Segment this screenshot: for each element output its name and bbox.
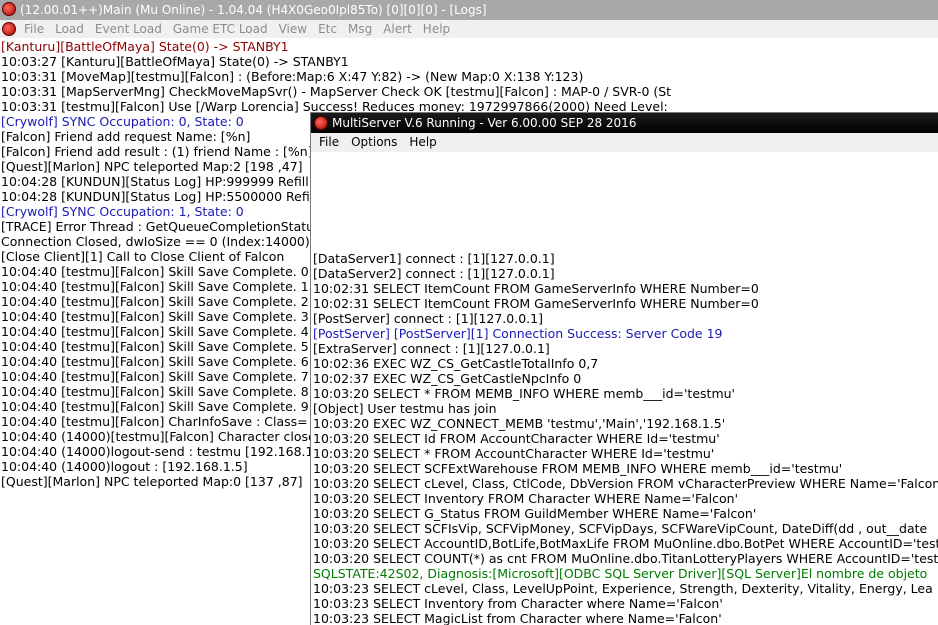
- log-line: 10:03:20 EXEC WZ_CONNECT_MEMB 'testmu','…: [313, 416, 726, 431]
- log-line: 10:02:31 SELECT ItemCount FROM GameServe…: [313, 281, 759, 296]
- log-line: 10:02:36 EXEC WZ_CS_GetCastleTotalInfo 0…: [313, 356, 599, 371]
- multiserver-app-icon: [314, 116, 328, 130]
- menu-help[interactable]: Help: [423, 20, 450, 38]
- log-line: [DataServer1] connect : [1][127.0.0.1]: [313, 251, 555, 266]
- multiserver-titlebar[interactable]: MultiServer V.6 Running - Ver 6.00.00 SE…: [311, 113, 938, 133]
- log-line: [Kanturu][BattleOfMaya] State(0) -> STAN…: [1, 39, 289, 54]
- menu-etc[interactable]: Etc: [318, 20, 337, 38]
- log-line: 10:03:20 SELECT SCFExtWarehouse FROM MEM…: [313, 461, 843, 476]
- menu-file[interactable]: File: [24, 20, 44, 38]
- multiserver-title: MultiServer V.6 Running - Ver 6.00.00 SE…: [332, 116, 637, 130]
- log-line: 10:02:31 SELECT ItemCount FROM GameServe…: [313, 296, 759, 311]
- multiserver-log-area[interactable]: [DataServer1] connect : [1][127.0.0.1] [D…: [313, 251, 938, 625]
- log-line: 10:03:20 SELECT AccountID,BotLife,BotMax…: [313, 536, 938, 551]
- ms-menu-options[interactable]: Options: [351, 133, 397, 152]
- log-line: 10:03:20 SELECT COUNT(*) as cnt FROM MuO…: [313, 551, 938, 566]
- menu-event-load[interactable]: Event Load: [95, 20, 162, 38]
- log-line: 10:03:20 SELECT cLevel, Class, CtlCode, …: [313, 476, 938, 491]
- log-line: 10:03:23 SELECT Inventory from Character…: [313, 596, 723, 611]
- multiserver-window[interactable]: MultiServer V.6 Running - Ver 6.00.00 SE…: [310, 112, 938, 625]
- log-line: [PostServer] [PostServer][1] Connection …: [313, 326, 723, 341]
- mu-app-icon: [2, 2, 16, 16]
- log-line: 10:03:31 [MapServerMng] CheckMoveMapSvr(…: [1, 84, 672, 99]
- log-line: 10:03:27 [Kanturu][BattleOfMaya] State(0…: [1, 54, 349, 69]
- log-line: 10:03:20 SELECT * FROM MEMB_INFO WHERE m…: [313, 386, 735, 401]
- log-line: [ExtraServer] connect : [1][127.0.0.1]: [313, 341, 550, 356]
- log-line: 10:03:23 SELECT MagicList from Character…: [313, 611, 722, 625]
- system-menu-icon[interactable]: [2, 22, 16, 36]
- log-line: [Object] User testmu has join: [313, 401, 497, 416]
- log-line: 10:03:20 SELECT SCFIsVip, SCFVipMoney, S…: [313, 521, 928, 536]
- log-line: 10:03:20 SELECT Inventory FROM Character…: [313, 491, 739, 506]
- menu-alert[interactable]: Alert: [383, 20, 412, 38]
- log-line: 10:03:20 SELECT * FROM AccountCharacter …: [313, 446, 715, 461]
- log-line: 10:03:23 SELECT cLevel, Class, LevelUpPo…: [313, 581, 933, 596]
- log-line: 10:03:20 SELECT G_Status FROM GuildMembe…: [313, 506, 757, 521]
- ms-menu-file[interactable]: File: [319, 133, 339, 152]
- log-line: [DataServer2] connect : [1][127.0.0.1]: [313, 266, 555, 281]
- main-window-titlebar: (12.00.01++)Main (Mu Online) - 1.04.04 (…: [0, 0, 938, 20]
- menu-view[interactable]: View: [279, 20, 307, 38]
- log-line: [PostServer] connect : [1][127.0.0.1]: [313, 311, 543, 326]
- main-window-title: (12.00.01++)Main (Mu Online) - 1.04.04 (…: [20, 3, 487, 17]
- main-menubar: File Load Event Load Game ETC Load View …: [0, 20, 938, 38]
- menu-game-etc-load[interactable]: Game ETC Load: [173, 20, 268, 38]
- log-line: 10:02:37 EXEC WZ_CS_GetCastleNpcInfo 0: [313, 371, 582, 386]
- menu-msg[interactable]: Msg: [348, 20, 372, 38]
- menu-load[interactable]: Load: [55, 20, 84, 38]
- ms-menu-help[interactable]: Help: [409, 133, 436, 152]
- log-line: 10:03:20 SELECT Id FROM AccountCharacter…: [313, 431, 720, 446]
- log-line: SQLSTATE:42S02, Diagnosis:[Microsoft][OD…: [313, 566, 928, 581]
- multiserver-menubar: File Options Help: [311, 133, 938, 152]
- log-line: 10:03:31 [MoveMap][testmu][Falcon] : (Be…: [1, 69, 584, 84]
